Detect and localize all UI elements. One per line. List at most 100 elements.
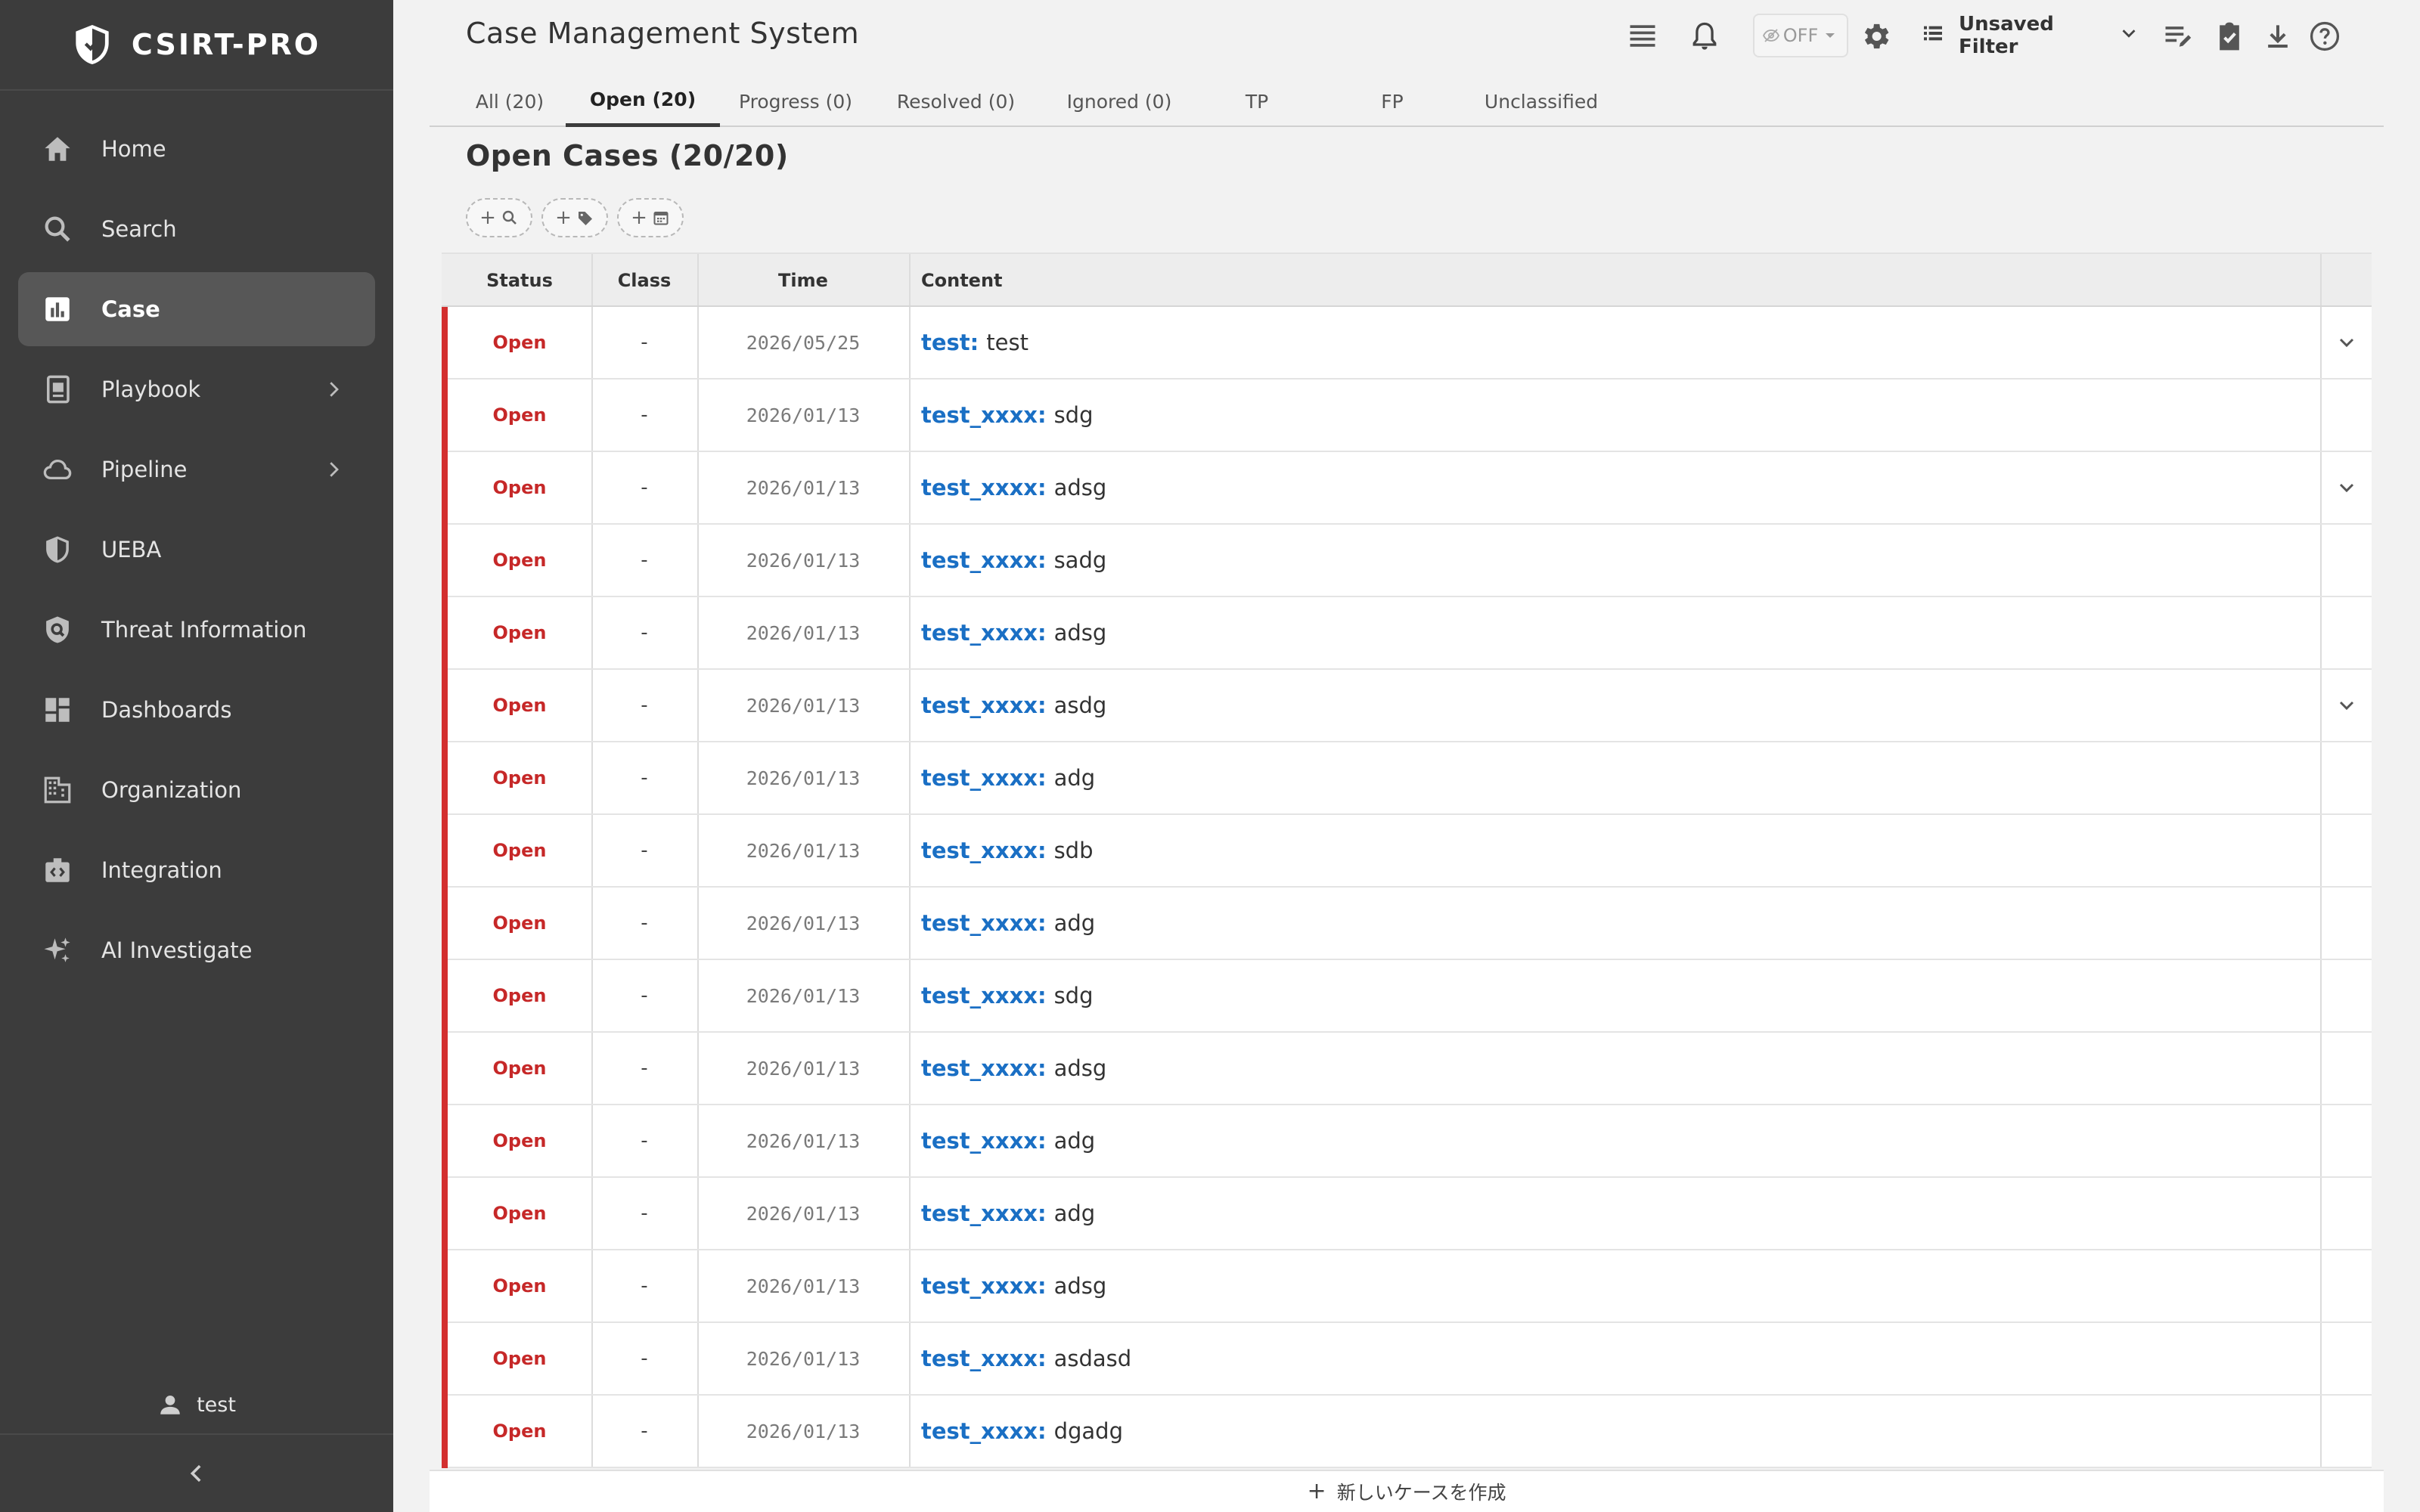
table-row[interactable]: Open - 2026/01/13 test_xxxx: adsg	[442, 597, 2372, 670]
class-cell[interactable]: -	[591, 815, 697, 886]
brand-header[interactable]: CSIRT-PRO	[0, 0, 393, 91]
sidebar-item-search[interactable]: Search	[18, 192, 375, 266]
case-title-link[interactable]: test_xxxx:	[921, 1055, 1047, 1081]
sidebar-item-home[interactable]: Home	[18, 112, 375, 186]
table-row[interactable]: Open - 2026/01/13 test_xxxx: asdg	[442, 670, 2372, 742]
case-title-link[interactable]: test:	[921, 330, 979, 355]
column-header-time[interactable]: Time	[697, 254, 909, 307]
case-title-link[interactable]: test_xxxx:	[921, 547, 1047, 573]
status-cell[interactable]: Open	[448, 670, 591, 741]
class-cell[interactable]: -	[591, 1105, 697, 1176]
table-row[interactable]: Open - 2026/01/13 test_xxxx: asdasd	[442, 1323, 2372, 1396]
table-row[interactable]: Open - 2026/01/13 test_xxxx: adg	[442, 888, 2372, 960]
table-row[interactable]: Open - 2026/01/13 test_xxxx: sadg	[442, 525, 2372, 597]
tab-all[interactable]: All (20)	[457, 76, 563, 127]
status-cell[interactable]: Open	[448, 1033, 591, 1104]
sidebar-item-ai-investigate[interactable]: AI Investigate	[18, 913, 375, 987]
status-cell[interactable]: Open	[448, 452, 591, 523]
status-cell[interactable]: Open	[448, 1323, 591, 1394]
sidebar-item-integration[interactable]: Integration	[18, 833, 375, 907]
task-checklist-button[interactable]	[2211, 18, 2248, 54]
table-row[interactable]: Open - 2026/01/13 test_xxxx: sdg	[442, 380, 2372, 452]
table-row[interactable]: Open - 2026/01/13 test_xxxx: adg	[442, 1178, 2372, 1250]
class-cell[interactable]: -	[591, 525, 697, 596]
tab-unclassified[interactable]: Unclassified	[1472, 76, 1611, 127]
class-cell[interactable]: -	[591, 670, 697, 741]
class-cell[interactable]: -	[591, 307, 697, 378]
status-cell[interactable]: Open	[448, 597, 591, 668]
add-date-filter-button[interactable]: +	[617, 198, 684, 237]
notifications-button[interactable]	[1686, 18, 1723, 54]
user-profile[interactable]: test	[0, 1383, 393, 1426]
bulk-edit-button[interactable]	[2160, 18, 2196, 54]
table-row[interactable]: Open - 2026/01/13 test_xxxx: sdb	[442, 815, 2372, 888]
status-cell[interactable]: Open	[448, 525, 591, 596]
table-row[interactable]: Open - 2026/01/13 test_xxxx: adsg	[442, 452, 2372, 525]
tab-resolved[interactable]: Resolved (0)	[876, 76, 1036, 127]
add-search-filter-button[interactable]: +	[466, 198, 532, 237]
case-title-link[interactable]: test_xxxx:	[921, 983, 1047, 1009]
tab-open[interactable]: Open (20)	[566, 76, 720, 127]
table-row[interactable]: Open - 2026/05/25 test: test	[442, 307, 2372, 380]
case-title-link[interactable]: test_xxxx:	[921, 1128, 1047, 1154]
tab-ignored[interactable]: Ignored (0)	[1044, 76, 1195, 127]
status-cell[interactable]: Open	[448, 1396, 591, 1467]
status-cell[interactable]: Open	[448, 1250, 591, 1321]
table-row[interactable]: Open - 2026/01/13 test_xxxx: adg	[442, 1105, 2372, 1178]
status-cell[interactable]: Open	[448, 380, 591, 451]
case-title-link[interactable]: test_xxxx:	[921, 1346, 1047, 1371]
add-tag-filter-button[interactable]: +	[541, 198, 608, 237]
class-cell[interactable]: -	[591, 960, 697, 1031]
status-cell[interactable]: Open	[448, 815, 591, 886]
expand-row-button[interactable]	[2322, 670, 2372, 741]
table-row[interactable]: Open - 2026/01/13 test_xxxx: dgadg	[442, 1396, 2372, 1468]
status-cell[interactable]: Open	[448, 1178, 591, 1249]
table-row[interactable]: Open - 2026/01/13 test_xxxx: adsg	[442, 1250, 2372, 1323]
tab-fp[interactable]: FP	[1348, 76, 1437, 127]
column-header-content[interactable]: Content	[909, 254, 2308, 307]
case-title-link[interactable]: test_xxxx:	[921, 1201, 1047, 1226]
class-cell[interactable]: -	[591, 1250, 697, 1321]
case-title-link[interactable]: test_xxxx:	[921, 1273, 1047, 1299]
sidebar-item-playbook[interactable]: Playbook	[18, 352, 375, 426]
case-title-link[interactable]: test_xxxx:	[921, 620, 1047, 646]
case-title-link[interactable]: test_xxxx:	[921, 838, 1047, 863]
class-cell[interactable]: -	[591, 1396, 697, 1467]
case-title-link[interactable]: test_xxxx:	[921, 475, 1047, 500]
status-cell[interactable]: Open	[448, 742, 591, 813]
expand-row-button[interactable]	[2322, 452, 2372, 523]
status-cell[interactable]: Open	[448, 1105, 591, 1176]
visibility-toggle[interactable]: OFF	[1753, 14, 1848, 57]
class-cell[interactable]: -	[591, 888, 697, 959]
class-cell[interactable]: -	[591, 597, 697, 668]
expand-row-button[interactable]	[2322, 307, 2372, 378]
sidebar-item-ueba[interactable]: UEBA	[18, 513, 375, 587]
tab-tp[interactable]: TP	[1210, 76, 1304, 127]
case-title-link[interactable]: test_xxxx:	[921, 1418, 1047, 1444]
settings-button[interactable]	[1857, 18, 1894, 54]
table-row[interactable]: Open - 2026/01/13 test_xxxx: sdg	[442, 960, 2372, 1033]
sidebar-item-dashboards[interactable]: Dashboards	[18, 673, 375, 747]
case-title-link[interactable]: test_xxxx:	[921, 910, 1047, 936]
column-header-class[interactable]: Class	[591, 254, 697, 307]
saved-filter-select[interactable]: Unsaved Filter	[1913, 13, 2140, 58]
class-cell[interactable]: -	[591, 742, 697, 813]
case-title-link[interactable]: test_xxxx:	[921, 692, 1047, 718]
list-view-button[interactable]	[1624, 18, 1661, 54]
download-button[interactable]	[2260, 18, 2296, 54]
class-cell[interactable]: -	[591, 452, 697, 523]
help-button[interactable]	[2307, 18, 2343, 54]
table-row[interactable]: Open - 2026/01/13 test_xxxx: adg	[442, 742, 2372, 815]
status-cell[interactable]: Open	[448, 307, 591, 378]
table-row[interactable]: Open - 2026/01/13 test_xxxx: adsg	[442, 1033, 2372, 1105]
case-title-link[interactable]: test_xxxx:	[921, 765, 1047, 791]
sidebar-item-pipeline[interactable]: Pipeline	[18, 432, 375, 507]
collapse-sidebar-button[interactable]	[0, 1433, 393, 1512]
class-cell[interactable]: -	[591, 1178, 697, 1249]
status-cell[interactable]: Open	[448, 960, 591, 1031]
class-cell[interactable]: -	[591, 1323, 697, 1394]
status-cell[interactable]: Open	[448, 888, 591, 959]
case-title-link[interactable]: test_xxxx:	[921, 402, 1047, 428]
class-cell[interactable]: -	[591, 1033, 697, 1104]
column-header-status[interactable]: Status	[448, 254, 591, 307]
